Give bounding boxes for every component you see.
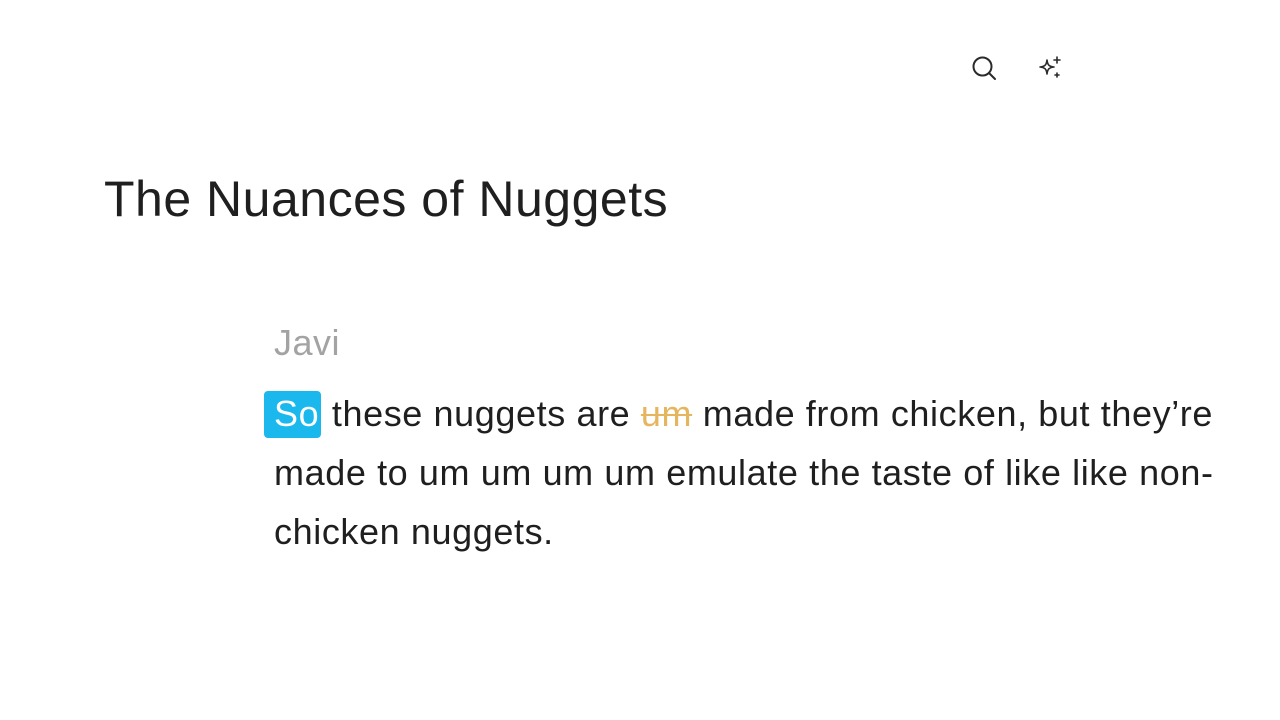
- search-button[interactable]: [970, 56, 998, 84]
- transcript-word[interactable]: like: [1072, 452, 1128, 493]
- transcript-word[interactable]: um: [481, 452, 532, 493]
- transcript-word[interactable]: are: [576, 393, 630, 434]
- transcript-word[interactable]: nuggets.: [411, 511, 554, 552]
- transcript-word[interactable]: um: [604, 452, 655, 493]
- sparkle-icon: [1036, 54, 1064, 87]
- transcript-word[interactable]: taste: [872, 452, 953, 493]
- transcript-word[interactable]: made: [703, 393, 795, 434]
- transcript-word[interactable]: the: [809, 452, 861, 493]
- editor-page: The Nuances of Nuggets Javi So these nug…: [0, 0, 1280, 720]
- document-title[interactable]: The Nuances of Nuggets: [104, 170, 668, 228]
- transcript-word[interactable]: like: [1005, 452, 1061, 493]
- transcript-word[interactable]: but: [1038, 393, 1090, 434]
- speaker-label[interactable]: Javi: [274, 322, 340, 364]
- transcript-word[interactable]: these: [332, 393, 423, 434]
- transcript-paragraph[interactable]: So these nuggets are um made from chicke…: [264, 384, 1234, 561]
- transcript-word[interactable]: emulate: [666, 452, 798, 493]
- transcript-word[interactable]: to: [377, 452, 408, 493]
- transcript-word[interactable]: um: [543, 452, 594, 493]
- transcript-word[interactable]: chicken,: [891, 393, 1028, 434]
- transcript-word[interactable]: they’re: [1101, 393, 1213, 434]
- transcript-word[interactable]: nuggets: [434, 393, 566, 434]
- filler-word[interactable]: um: [641, 393, 692, 434]
- transcript-word[interactable]: um: [419, 452, 470, 493]
- transcript-word[interactable]: made: [274, 452, 366, 493]
- selected-word[interactable]: So: [264, 391, 322, 438]
- ai-assist-button[interactable]: [1036, 54, 1064, 87]
- search-icon: [971, 55, 997, 86]
- transcript-word[interactable]: of: [963, 452, 994, 493]
- transcript-word[interactable]: from: [806, 393, 880, 434]
- top-toolbar: [970, 54, 1064, 87]
